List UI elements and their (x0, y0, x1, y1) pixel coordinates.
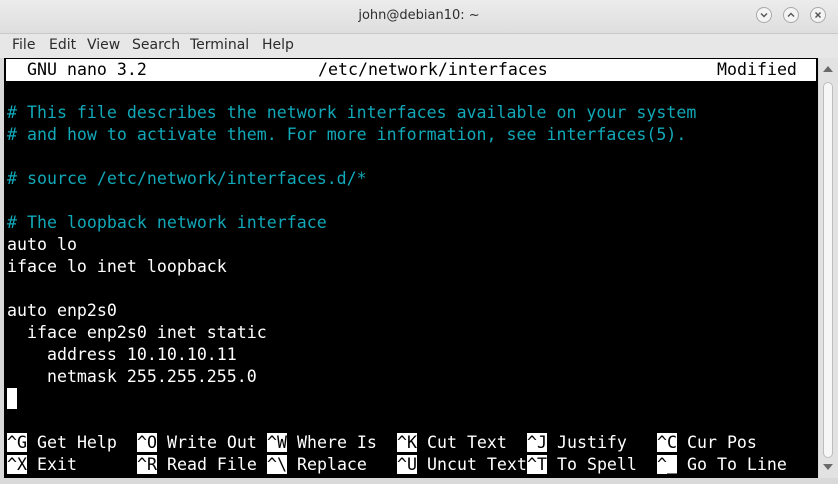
shortcut-write-out[interactable]: ^O Write Out (137, 432, 257, 454)
shortcut-spacer (157, 455, 167, 474)
close-icon (815, 12, 821, 18)
shortcut-spacer (677, 455, 687, 474)
shortcut-key: ^C (657, 433, 677, 452)
menu-search[interactable]: Search (132, 37, 180, 53)
scrollbar-thumb[interactable] (823, 82, 833, 458)
shortcut-key: ^_ (657, 455, 677, 474)
shortcut-uncut-text[interactable]: ^U Uncut Text (397, 454, 527, 476)
shortcut-key: ^K (397, 433, 417, 452)
shortcut-spacer (27, 433, 37, 452)
shortcut-go-to-line[interactable]: ^_ Go To Line (657, 454, 787, 476)
menu-terminal[interactable]: Terminal (190, 37, 249, 53)
shortcut-key: ^J (527, 433, 547, 452)
shortcut-spacer (677, 433, 687, 452)
window-titlebar[interactable]: john@debian10: ~ (0, 0, 838, 34)
editor-line[interactable]: address 10.10.10.11 (7, 344, 237, 366)
shortcut-spacer (287, 455, 297, 474)
window-title: john@debian10: ~ (358, 8, 480, 23)
shortcut-where-is[interactable]: ^W Where Is (267, 432, 377, 454)
editor-line[interactable]: iface enp2s0 inet static (7, 322, 267, 344)
shortcut-label: To Spell (556, 455, 637, 474)
nano-modified-status: Modified (717, 60, 797, 79)
shortcut-key: ^\ (267, 455, 287, 474)
shortcut-spacer (157, 433, 167, 452)
shortcut-label: Cut Text (426, 433, 507, 452)
shortcut-spacer (547, 433, 557, 452)
shortcut-key: ^U (397, 455, 417, 474)
shortcut-label: Exit (36, 455, 77, 474)
scroll-down-arrow-icon[interactable] (823, 464, 833, 470)
shortcut-spacer (417, 433, 427, 452)
shortcut-spacer (27, 455, 37, 474)
shortcut-get-help[interactable]: ^G Get Help (7, 432, 117, 454)
window-bottom-border (0, 478, 838, 484)
editor-line[interactable]: iface lo inet loopback (7, 256, 227, 278)
shortcut-justify[interactable]: ^J Justify (527, 432, 627, 454)
menu-file[interactable]: File (12, 37, 35, 53)
shortcut-spacer (287, 433, 297, 452)
editor-line[interactable]: # The loopback network interface (7, 212, 327, 234)
menubar: File Edit View Search Terminal Help (0, 34, 838, 58)
scroll-up-arrow-icon[interactable] (823, 66, 833, 72)
nano-status-bar: GNU nano 3.2 /etc/network/interfaces Mod… (6, 59, 816, 81)
shortcut-label: Uncut Text (426, 455, 527, 474)
shortcut-label: Cur Pos (686, 433, 757, 452)
close-button[interactable] (810, 7, 826, 23)
chevron-down-icon (760, 13, 768, 18)
chevron-up-icon (787, 12, 795, 17)
editor-line[interactable]: # and how to activate them. For more inf… (7, 124, 686, 146)
vertical-scrollbar[interactable] (819, 58, 838, 478)
shortcut-key: ^O (137, 433, 157, 452)
terminal-area[interactable]: GNU nano 3.2 /etc/network/interfaces Mod… (4, 58, 818, 478)
minimize-button[interactable] (756, 7, 772, 23)
shortcut-replace[interactable]: ^\ Replace (267, 454, 367, 476)
editor-line[interactable]: # source /etc/network/interfaces.d/* (7, 168, 367, 190)
shortcut-spacer (547, 455, 557, 474)
shortcut-label: Justify (556, 433, 627, 452)
editor-line[interactable]: auto enp2s0 (7, 300, 117, 322)
nano-version: GNU nano 3.2 (27, 60, 147, 79)
shortcut-read-file[interactable]: ^R Read File (137, 454, 257, 476)
shortcut-label: Where Is (296, 433, 377, 452)
shortcut-key: ^T (527, 455, 547, 474)
maximize-button[interactable] (783, 7, 799, 23)
shortcut-label: Read File (166, 455, 257, 474)
shortcut-cut-text[interactable]: ^K Cut Text (397, 432, 507, 454)
text-cursor (7, 388, 17, 409)
shortcut-label: Get Help (36, 433, 117, 452)
editor-line[interactable]: netmask 255.255.255.0 (7, 366, 257, 388)
shortcut-label: Write Out (166, 433, 257, 452)
shortcut-exit[interactable]: ^X Exit (7, 454, 77, 476)
editor-line[interactable]: auto lo (7, 234, 77, 256)
shortcut-spacer (417, 455, 427, 474)
shortcut-label: Go To Line (686, 455, 787, 474)
editor-line[interactable]: # This file describes the network interf… (7, 102, 696, 124)
shortcut-to-spell[interactable]: ^T To Spell (527, 454, 637, 476)
menu-view[interactable]: View (87, 37, 120, 53)
menu-help[interactable]: Help (262, 37, 294, 53)
menu-edit[interactable]: Edit (49, 37, 76, 53)
shortcut-key: ^X (7, 455, 27, 474)
shortcut-key: ^W (267, 433, 287, 452)
shortcut-key: ^G (7, 433, 27, 452)
shortcut-key: ^R (137, 455, 157, 474)
shortcut-label: Replace (296, 455, 367, 474)
nano-filename: /etc/network/interfaces (318, 60, 548, 79)
shortcut-cur-pos[interactable]: ^C Cur Pos (657, 432, 757, 454)
